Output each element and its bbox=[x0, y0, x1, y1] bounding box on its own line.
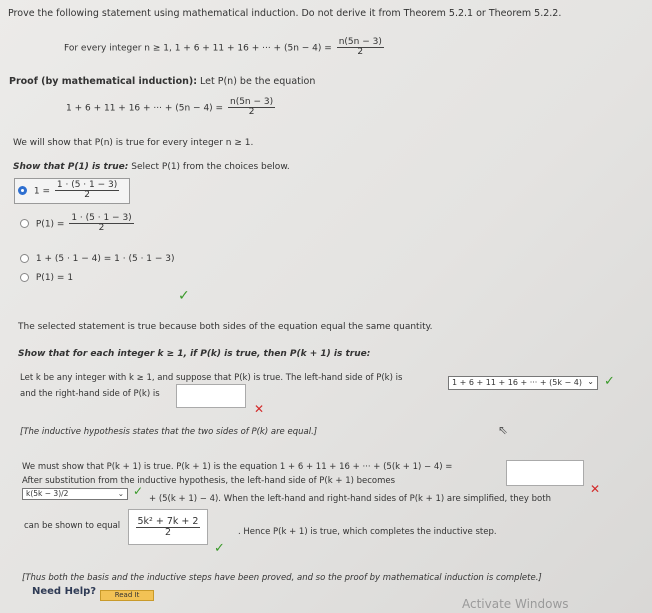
check-icon: ✓ bbox=[214, 541, 225, 556]
show-p1-instruction: Select P(1) from the choices below. bbox=[131, 162, 290, 172]
statement-denominator: 2 bbox=[357, 47, 364, 58]
pn-lhs: 1 + 6 + 11 + 16 + ··· + (5n − 4) = bbox=[66, 103, 224, 114]
chevron-down-icon: ⌄ bbox=[117, 489, 124, 498]
we-will-show: We will show that P(n) is true for every… bbox=[13, 138, 254, 148]
pk1-rhs-input[interactable] bbox=[506, 460, 584, 486]
must-show-text: We must show that P(k + 1) is true. P(k … bbox=[22, 462, 453, 472]
show-p1-line: Show that P(1) is true: Select P(1) from… bbox=[13, 162, 290, 172]
radio-empty-icon[interactable] bbox=[20, 219, 29, 229]
sub-select[interactable]: k(5k − 3)/2 ⌄ bbox=[22, 488, 128, 500]
lhs-pk-select-value: 1 + 6 + 11 + 16 + ··· + (5k − 4) bbox=[452, 378, 582, 387]
choice-1[interactable]: 1 = 1 · (5 · 1 − 3) 2 bbox=[14, 178, 131, 204]
check-icon: ✓ bbox=[178, 288, 190, 304]
need-help-label: Need Help? bbox=[32, 586, 97, 597]
radio-empty-icon[interactable] bbox=[20, 254, 29, 263]
activate-windows-watermark: Activate Windows bbox=[462, 597, 569, 611]
proof-let: Let P(n) be the equation bbox=[200, 76, 316, 87]
choice-1-lhs: 1 = bbox=[33, 186, 51, 197]
proof-heading-line: Proof (by mathematical induction): Let P… bbox=[9, 76, 315, 87]
choice-2-fraction: 1 · (5 · 1 − 3) 2 bbox=[69, 213, 134, 234]
choice-1-fraction: 1 · (5 · 1 − 3) 2 bbox=[54, 180, 120, 201]
radio-empty-icon[interactable] bbox=[20, 273, 29, 282]
choice-3[interactable]: 1 + (5 · 1 − 4) = 1 · (5 · 1 − 3) bbox=[20, 254, 175, 264]
choice-2-denominator: 2 bbox=[98, 223, 105, 234]
pn-denominator: 2 bbox=[248, 107, 255, 118]
choice-3-text: 1 + (5 · 1 − 4) = 1 · (5 · 1 − 3) bbox=[35, 254, 175, 264]
statement-fraction: n(5n − 3) 2 bbox=[336, 37, 384, 58]
check-icon: ✓ bbox=[604, 374, 615, 389]
read-it-button[interactable]: Read It bbox=[100, 590, 154, 601]
statement: For every integer n ≥ 1, 1 + 6 + 11 + 16… bbox=[64, 37, 386, 58]
pn-equation: 1 + 6 + 11 + 16 + ··· + (5n − 4) = n(5n … bbox=[66, 97, 277, 118]
let-k-text: Let k be any integer with k ≥ 1, and sup… bbox=[20, 373, 403, 383]
plus-text: + (5(k + 1) − 4). When the left-hand and… bbox=[149, 494, 551, 504]
cursor-icon: ⇖ bbox=[498, 423, 509, 437]
choice-4[interactable]: P(1) = 1 bbox=[20, 273, 73, 283]
simplified-fraction: 5k² + 7k + 2 2 bbox=[135, 515, 201, 538]
selected-reason: The selected statement is true because b… bbox=[18, 322, 433, 332]
pn-fraction: n(5n − 3) 2 bbox=[227, 97, 276, 118]
lhs-pk-select[interactable]: 1 + 6 + 11 + 16 + ··· + (5k − 4) ⌄ bbox=[448, 376, 598, 390]
cross-icon: ✕ bbox=[590, 482, 601, 496]
hence-text: . Hence P(k + 1) is true, which complete… bbox=[238, 527, 497, 537]
chevron-down-icon: ⌄ bbox=[587, 377, 594, 386]
statement-lead: For every integer n ≥ 1, 1 + 6 + 11 + 16… bbox=[64, 43, 332, 54]
rhs-pk-input[interactable] bbox=[176, 384, 246, 408]
shown-equal-text: can be shown to equal bbox=[24, 521, 121, 531]
choice-2-lhs: P(1) = bbox=[35, 219, 65, 230]
choice-1-denominator: 2 bbox=[84, 190, 90, 201]
show-inductive-label: Show that for each integer k ≥ 1, if P(k… bbox=[18, 349, 371, 359]
radio-selected-icon[interactable] bbox=[18, 186, 27, 196]
simplified-input[interactable]: 5k² + 7k + 2 2 bbox=[128, 509, 208, 545]
sub-select-value: k(5k − 3)/2 bbox=[26, 489, 69, 498]
cross-icon: ✕ bbox=[254, 402, 265, 416]
ih-note: [The inductive hypothesis states that th… bbox=[20, 427, 318, 437]
proof-heading: Proof (by mathematical induction): bbox=[9, 76, 197, 87]
choice-4-text: P(1) = 1 bbox=[35, 273, 74, 283]
after-sub-text: After substitution from the inductive hy… bbox=[22, 476, 396, 486]
show-p1-label: Show that P(1) is true: bbox=[13, 162, 129, 172]
choice-2[interactable]: P(1) = 1 · (5 · 1 − 3) 2 bbox=[20, 213, 136, 234]
problem-prompt: Prove the following statement using math… bbox=[8, 8, 562, 19]
rhs-pk-text: and the right-hand side of P(k) is bbox=[20, 389, 160, 399]
simplified-denominator: 2 bbox=[164, 526, 172, 538]
simplified-numerator: 5k² + 7k + 2 bbox=[135, 515, 201, 528]
check-icon: ✓ bbox=[133, 484, 144, 498]
thus-note: [Thus both the basis and the inductive s… bbox=[22, 573, 542, 583]
